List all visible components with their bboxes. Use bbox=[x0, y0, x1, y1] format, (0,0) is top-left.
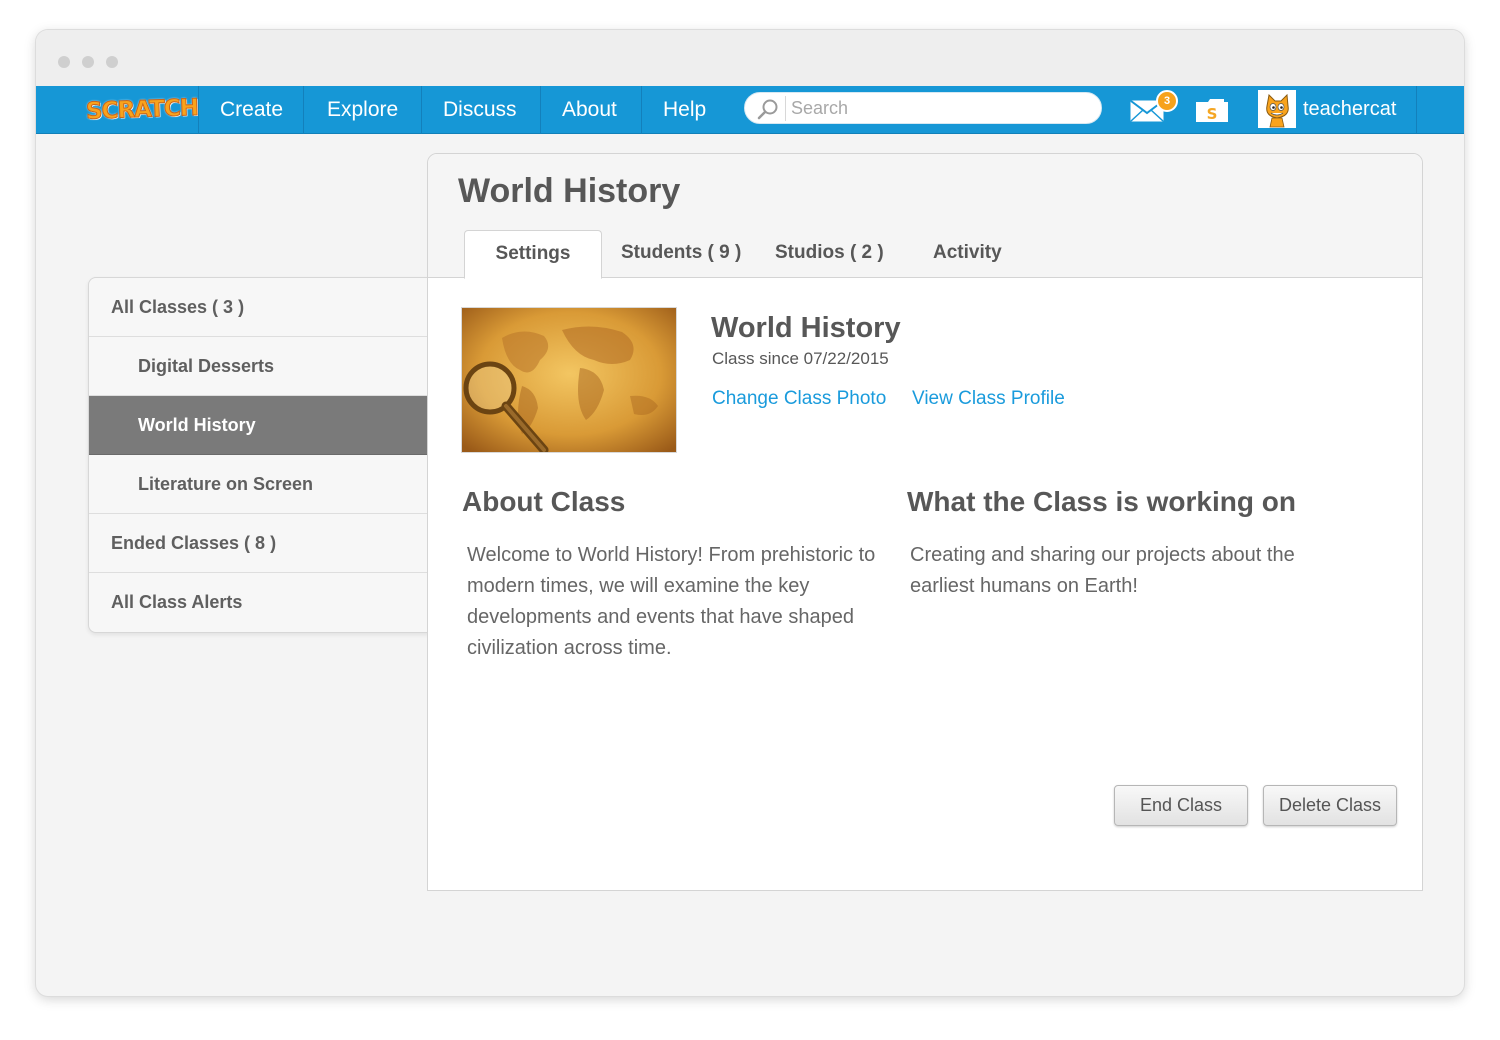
working-on-line: Creating and sharing our projects about … bbox=[910, 544, 1295, 566]
about-class-line: Welcome to World History! From prehistor… bbox=[467, 544, 876, 566]
sidebar-item-world-history[interactable]: World History bbox=[89, 396, 430, 455]
nav-separator bbox=[1416, 86, 1417, 134]
nav-separator bbox=[641, 86, 642, 134]
sidebar-item-ended-classes[interactable]: Ended Classes ( 8 ) bbox=[89, 514, 430, 573]
end-class-button[interactable]: End Class bbox=[1114, 785, 1248, 826]
window-dot-close[interactable] bbox=[58, 56, 70, 68]
about-class-line: modern times, we will examine the key bbox=[467, 575, 810, 597]
class-photo-world-map bbox=[462, 308, 676, 452]
folder-icon[interactable]: S bbox=[1194, 96, 1230, 124]
search-icon bbox=[757, 99, 778, 120]
messages-badge: 3 bbox=[1156, 90, 1178, 112]
browser-window: SCRATCH Create Explore Discuss About Hel… bbox=[36, 30, 1464, 996]
avatar-cat-icon bbox=[1258, 90, 1296, 128]
search-box[interactable] bbox=[744, 92, 1102, 124]
window-chrome bbox=[36, 30, 1464, 86]
class-panel: World History Settings Students ( 9 ) St… bbox=[427, 153, 1423, 891]
about-class-line: developments and events that have shaped bbox=[467, 606, 854, 628]
working-on-title: What the Class is working on bbox=[907, 486, 1296, 517]
nav-create[interactable]: Create bbox=[220, 86, 283, 134]
search-divider bbox=[785, 96, 786, 121]
nav-separator bbox=[198, 86, 199, 134]
search-input[interactable] bbox=[791, 95, 1091, 122]
about-class-body: Welcome to World History! From prehistor… bbox=[467, 540, 875, 664]
delete-class-button[interactable]: Delete Class bbox=[1263, 785, 1397, 826]
tab-activity[interactable]: Activity bbox=[933, 230, 1002, 278]
about-class-line: civilization across time. bbox=[467, 637, 672, 659]
tab-students[interactable]: Students ( 9 ) bbox=[621, 230, 741, 278]
class-name: World History bbox=[711, 312, 901, 344]
class-since: Class since 07/22/2015 bbox=[712, 349, 889, 368]
sidebar-item-digital-desserts[interactable]: Digital Desserts bbox=[89, 337, 430, 396]
nav-discuss[interactable]: Discuss bbox=[443, 86, 517, 134]
tab-studios[interactable]: Studios ( 2 ) bbox=[775, 230, 884, 278]
nav-help[interactable]: Help bbox=[663, 86, 706, 134]
window-dot-zoom[interactable] bbox=[106, 56, 118, 68]
nav-separator bbox=[303, 86, 304, 134]
sidebar-item-literature-on-screen[interactable]: Literature on Screen bbox=[89, 455, 430, 514]
panel-header: World History Settings Students ( 9 ) St… bbox=[428, 154, 1422, 279]
nav-separator bbox=[421, 86, 422, 134]
top-navbar: SCRATCH Create Explore Discuss About Hel… bbox=[36, 86, 1464, 134]
class-sidebar: All Classes ( 3 ) Digital Desserts World… bbox=[88, 277, 430, 633]
nav-explore[interactable]: Explore bbox=[327, 86, 398, 134]
nav-separator bbox=[540, 86, 541, 134]
view-class-profile-link[interactable]: View Class Profile bbox=[912, 388, 1065, 410]
svg-text:S: S bbox=[1207, 105, 1218, 123]
about-class-title: About Class bbox=[462, 486, 626, 517]
scratch-logo[interactable]: SCRATCH bbox=[85, 92, 199, 128]
page-title: World History bbox=[458, 172, 681, 210]
username-link[interactable]: teachercat bbox=[1303, 86, 1396, 132]
tab-settings[interactable]: Settings bbox=[464, 230, 602, 279]
change-class-photo-link[interactable]: Change Class Photo bbox=[712, 388, 886, 410]
working-on-line: earliest humans on Earth! bbox=[910, 575, 1138, 597]
window-dot-minimize[interactable] bbox=[82, 56, 94, 68]
sidebar-item-all-classes[interactable]: All Classes ( 3 ) bbox=[89, 278, 430, 337]
sidebar-item-all-class-alerts[interactable]: All Class Alerts bbox=[89, 573, 430, 632]
class-photo bbox=[461, 307, 677, 453]
avatar[interactable] bbox=[1258, 90, 1296, 128]
working-on-body: Creating and sharing our projects about … bbox=[910, 540, 1295, 602]
nav-about[interactable]: About bbox=[562, 86, 617, 134]
